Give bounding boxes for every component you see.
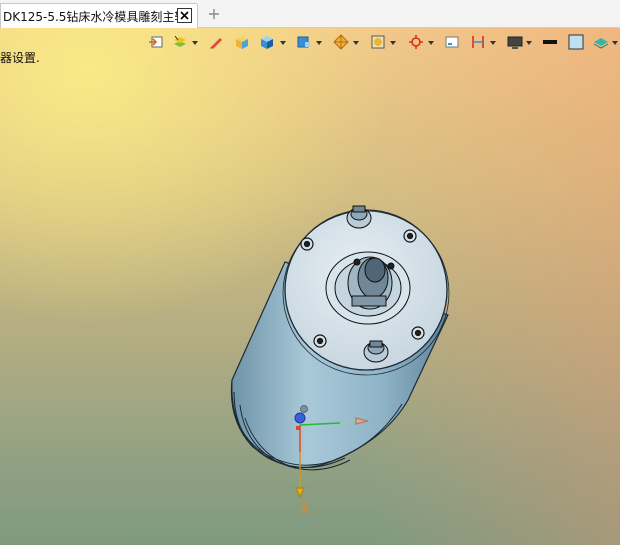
- triad-origin-icon: [294, 412, 306, 424]
- tab-bar: DK125-5.5钻床水冷模具雕刻主轴]: [0, 0, 620, 28]
- close-icon[interactable]: [177, 8, 192, 23]
- 3d-viewport[interactable]: 器设置. X: [0, 28, 620, 545]
- tab-title: DK125-5.5钻床水冷模具雕刻主轴]: [3, 10, 192, 24]
- spindle-motor-model[interactable]: X: [0, 28, 620, 545]
- new-tab-plus-icon[interactable]: [207, 6, 221, 20]
- document-tab[interactable]: DK125-5.5钻床水冷模具雕刻主轴]: [0, 3, 198, 28]
- x-axis-label: X: [300, 501, 310, 517]
